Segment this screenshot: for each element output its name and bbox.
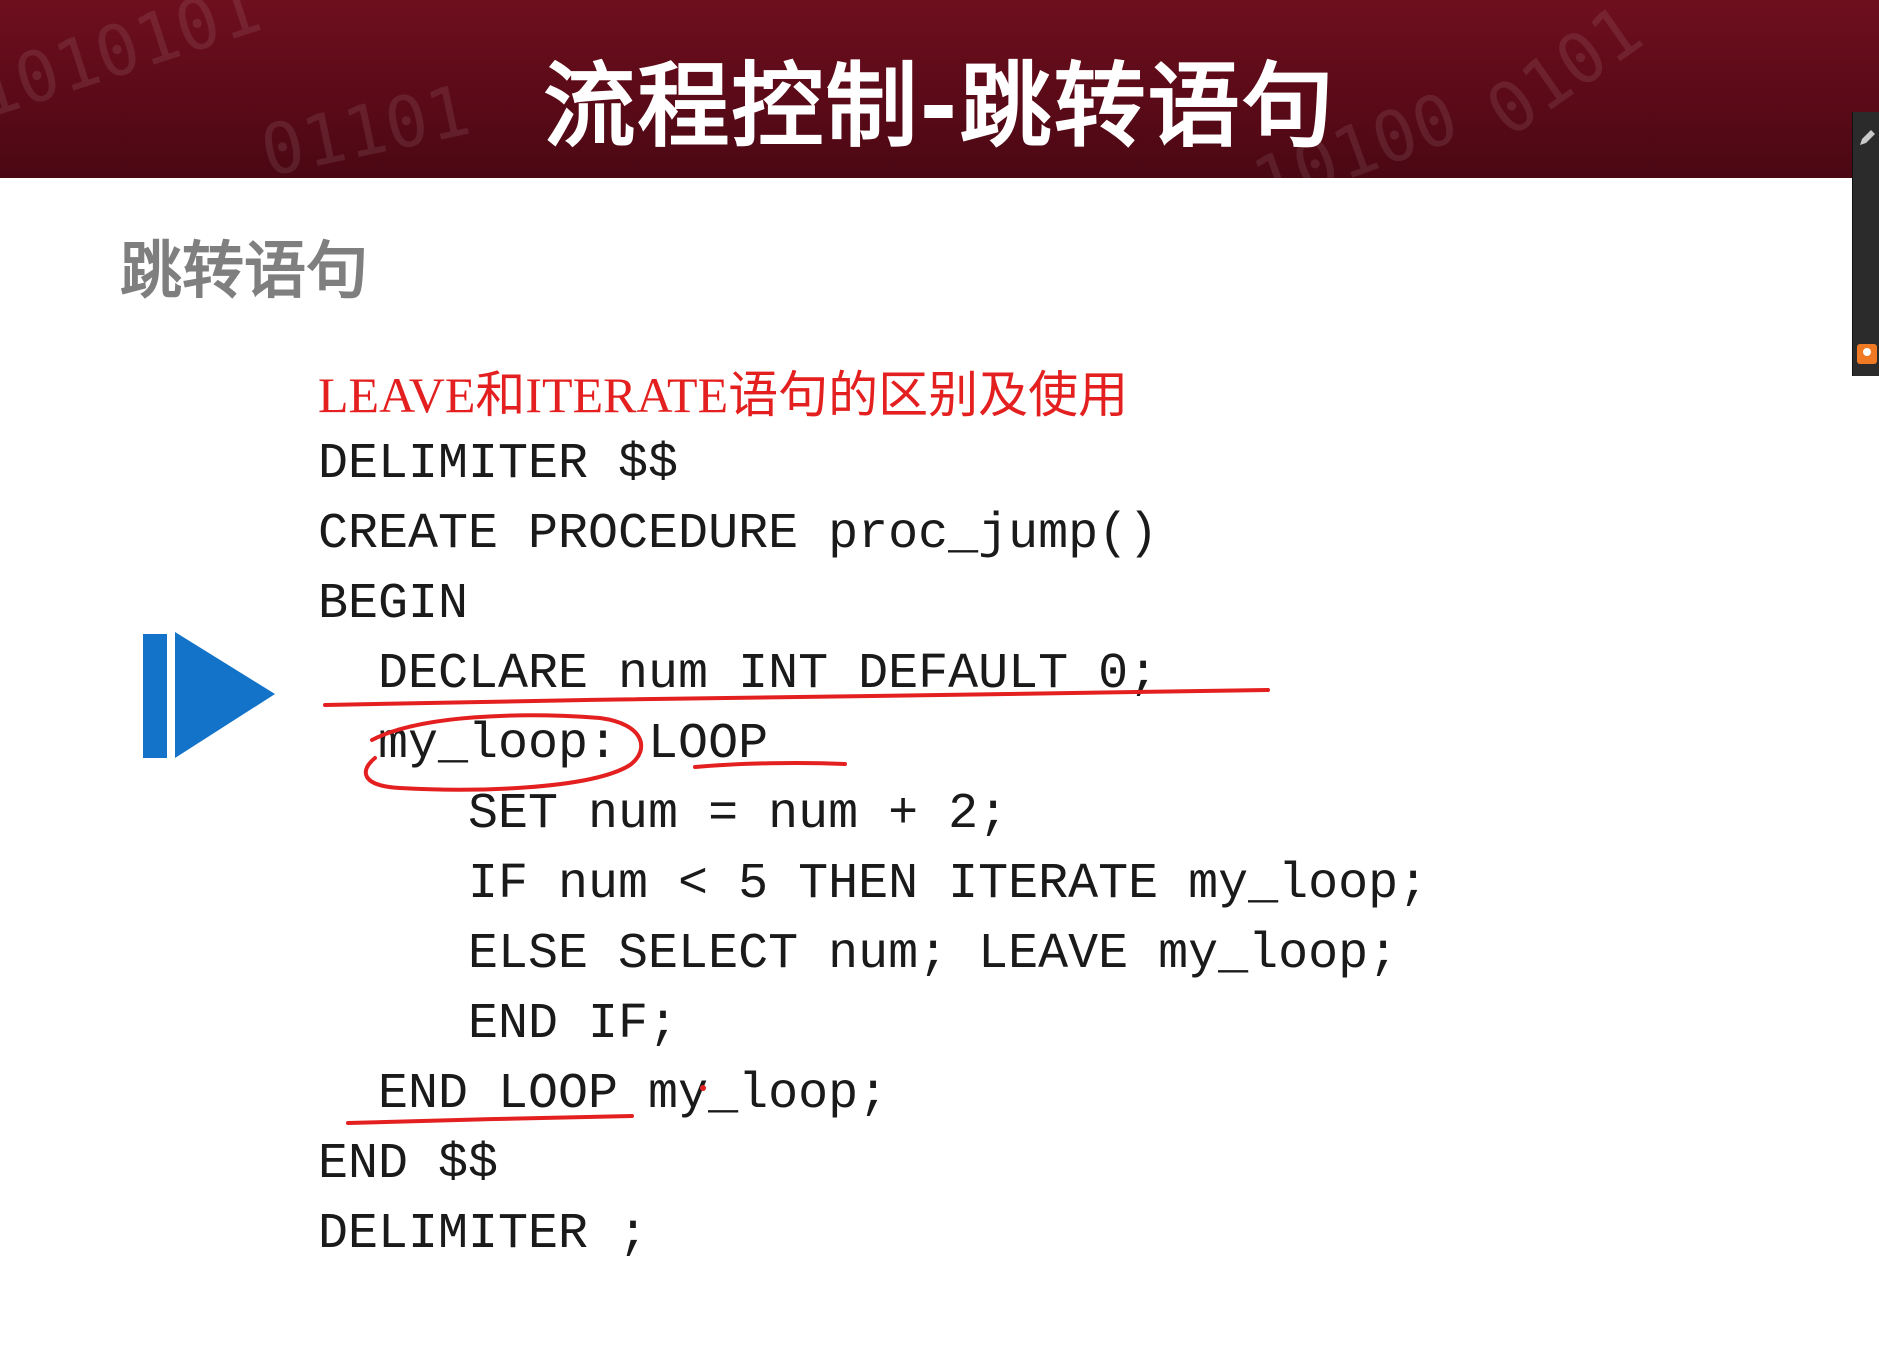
code-line: BEGIN: [318, 576, 469, 633]
code-line: CREATE PROCEDURE proc_jump(): [318, 506, 1159, 563]
section-heading: 跳转语句: [120, 234, 369, 307]
code-line: DELIMITER $$: [318, 436, 679, 493]
code-line: SET num = num + 2;: [318, 786, 1009, 843]
code-line: DELIMITER ;: [318, 1206, 649, 1263]
slide-title: 流程控制-跳转语句: [543, 53, 1336, 160]
slide: 1010101 0101 01101 10100 流程控制-跳转语句 跳转语句 …: [0, 0, 1879, 1345]
play-forward-icon[interactable]: [143, 632, 275, 760]
code-line: my_loop: LOOP: [318, 716, 769, 773]
code-line: END $$: [318, 1136, 499, 1193]
code-line: END IF;: [318, 996, 679, 1053]
floating-side-toolbar[interactable]: [1852, 112, 1879, 376]
code-line: ELSE SELECT num; LEAVE my_loop;: [318, 926, 1399, 983]
code-heading: LEAVE和ITERATE语句的区别及使用: [318, 367, 1129, 423]
code-line: IF num < 5 THEN ITERATE my_loop;: [318, 856, 1429, 913]
code-line: DECLARE num INT DEFAULT 0;: [318, 646, 1159, 703]
slide-header: 1010101 0101 01101 10100 流程控制-跳转语句: [0, 0, 1879, 178]
code-block: LEAVE和ITERATE语句的区别及使用 DELIMITER $$ CREAT…: [318, 360, 1618, 1263]
orange-app-icon[interactable]: [1857, 344, 1877, 364]
code-line: END LOOP my_loop;: [318, 1066, 889, 1123]
pen-icon[interactable]: [1857, 128, 1877, 148]
